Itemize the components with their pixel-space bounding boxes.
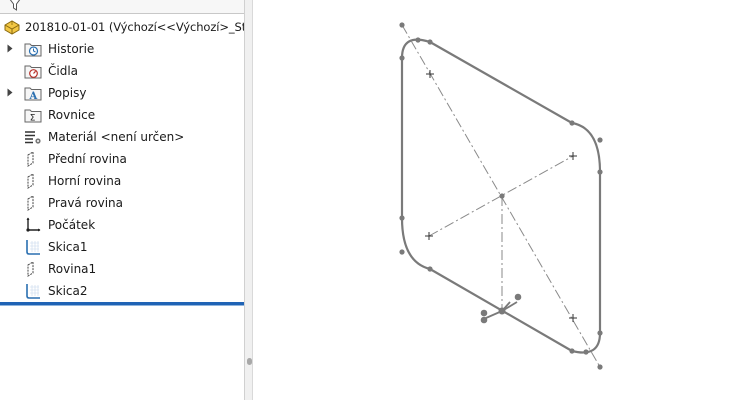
tree-item-material[interactable]: Materiál <není určen> xyxy=(0,126,244,148)
sketch-icon xyxy=(26,284,40,299)
tree-filter-bar xyxy=(0,0,244,14)
tree-item-label: Počátek xyxy=(48,218,96,232)
tree-item-label: Rovina1 xyxy=(48,262,97,276)
history-folder-icon xyxy=(24,43,42,57)
expand-arrow-icon[interactable] xyxy=(7,44,13,53)
tree-item-label: Rovnice xyxy=(48,108,96,122)
material-icon xyxy=(25,131,41,144)
tree-item-label: Pravá rovina xyxy=(48,196,123,210)
filter-icon[interactable] xyxy=(8,0,22,11)
origin-icon xyxy=(26,217,41,232)
plane-icon xyxy=(27,151,34,167)
graphics-area[interactable] xyxy=(253,0,750,400)
equations-folder-icon: Σ xyxy=(24,109,42,124)
tree-item-plane1[interactable]: Rovina1 xyxy=(0,258,244,280)
svg-text:A: A xyxy=(29,91,38,101)
expand-arrow-icon[interactable] xyxy=(7,88,13,97)
tree-item-front-plane[interactable]: Přední rovina xyxy=(0,148,244,170)
tree-item-label: Popisy xyxy=(48,86,87,100)
tree-item-label: Čidla xyxy=(48,64,79,78)
plane-icon xyxy=(27,195,34,211)
tree-item-sketch1[interactable]: Skica1 xyxy=(0,236,244,258)
feature-manager-tree: 201810-01-01 (Výchozí<<Výchozí>_Stav z H… xyxy=(0,0,244,400)
tree-item-sketch2[interactable]: Skica2 xyxy=(0,280,244,302)
tree-item-label: Horní rovina xyxy=(48,174,122,188)
panel-splitter[interactable] xyxy=(244,0,253,400)
tree-item-top-plane[interactable]: Horní rovina xyxy=(0,170,244,192)
tree-item-origin[interactable]: Počátek xyxy=(0,214,244,236)
part-icon xyxy=(4,20,20,35)
sensors-folder-icon xyxy=(24,65,42,79)
tree-item-label: Přední rovina xyxy=(48,152,127,166)
annotations-folder-icon: A xyxy=(24,87,42,101)
tree-item-annotations[interactable]: A Popisy xyxy=(0,82,244,104)
svg-text:Σ: Σ xyxy=(30,114,36,124)
plane-icon xyxy=(27,261,34,277)
tree-item-sensors[interactable]: Čidla xyxy=(0,60,244,82)
root-part-label: 201810-01-01 (Výchozí<<Výchozí>_Stav z xyxy=(25,20,244,34)
tree-item-label: Historie xyxy=(48,42,95,56)
tree-item-label: Materiál <není určen> xyxy=(48,130,185,144)
tree-item-label: Skica1 xyxy=(48,240,88,254)
tree-item-right-plane[interactable]: Pravá rovina xyxy=(0,192,244,214)
tree-root-part[interactable]: 201810-01-01 (Výchozí<<Výchozí>_Stav z xyxy=(0,17,244,37)
splitter-grip-icon[interactable] xyxy=(247,358,252,365)
sketch-icon xyxy=(26,240,40,255)
rollback-bar[interactable] xyxy=(0,302,244,306)
tree-item-label: Skica2 xyxy=(48,284,88,298)
tree-item-history[interactable]: Historie xyxy=(0,38,244,60)
tree-item-equations[interactable]: Σ Rovnice xyxy=(0,104,244,126)
sketch-canvas[interactable] xyxy=(253,0,750,400)
plane-icon xyxy=(27,173,34,189)
